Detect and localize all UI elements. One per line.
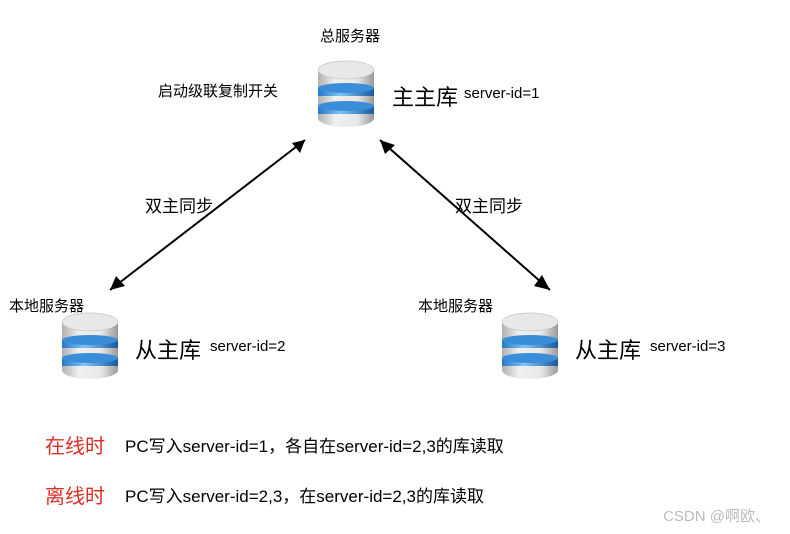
offline-label: 离线时 bbox=[45, 480, 105, 509]
watermark: CSDN @啊欧、 bbox=[663, 505, 770, 526]
database-icon bbox=[60, 312, 120, 377]
database-icon bbox=[316, 60, 376, 125]
left-sync-label: 双主同步 bbox=[145, 192, 213, 217]
sync-arrow-left bbox=[90, 130, 320, 305]
right-server-id: server-id=3 bbox=[650, 338, 725, 355]
right-server-label: 本地服务器 bbox=[418, 295, 493, 316]
left-db-name: 从主库 bbox=[135, 333, 201, 365]
online-label: 在线时 bbox=[45, 430, 105, 459]
right-sync-label: 双主同步 bbox=[455, 192, 523, 217]
database-icon bbox=[500, 312, 560, 377]
top-server-label: 总服务器 bbox=[320, 25, 380, 46]
top-db-name: 主主库 bbox=[392, 80, 458, 112]
cascade-switch-label: 启动级联复制开关 bbox=[158, 80, 278, 101]
sync-arrow-right bbox=[370, 130, 570, 305]
left-server-id: server-id=2 bbox=[210, 338, 285, 355]
right-db-name: 从主库 bbox=[575, 333, 641, 365]
offline-desc: PC写入server-id=2,3，在server-id=2,3的库读取 bbox=[125, 482, 484, 507]
online-desc: PC写入server-id=1，各自在server-id=2,3的库读取 bbox=[125, 432, 504, 457]
top-server-id: server-id=1 bbox=[464, 85, 539, 102]
